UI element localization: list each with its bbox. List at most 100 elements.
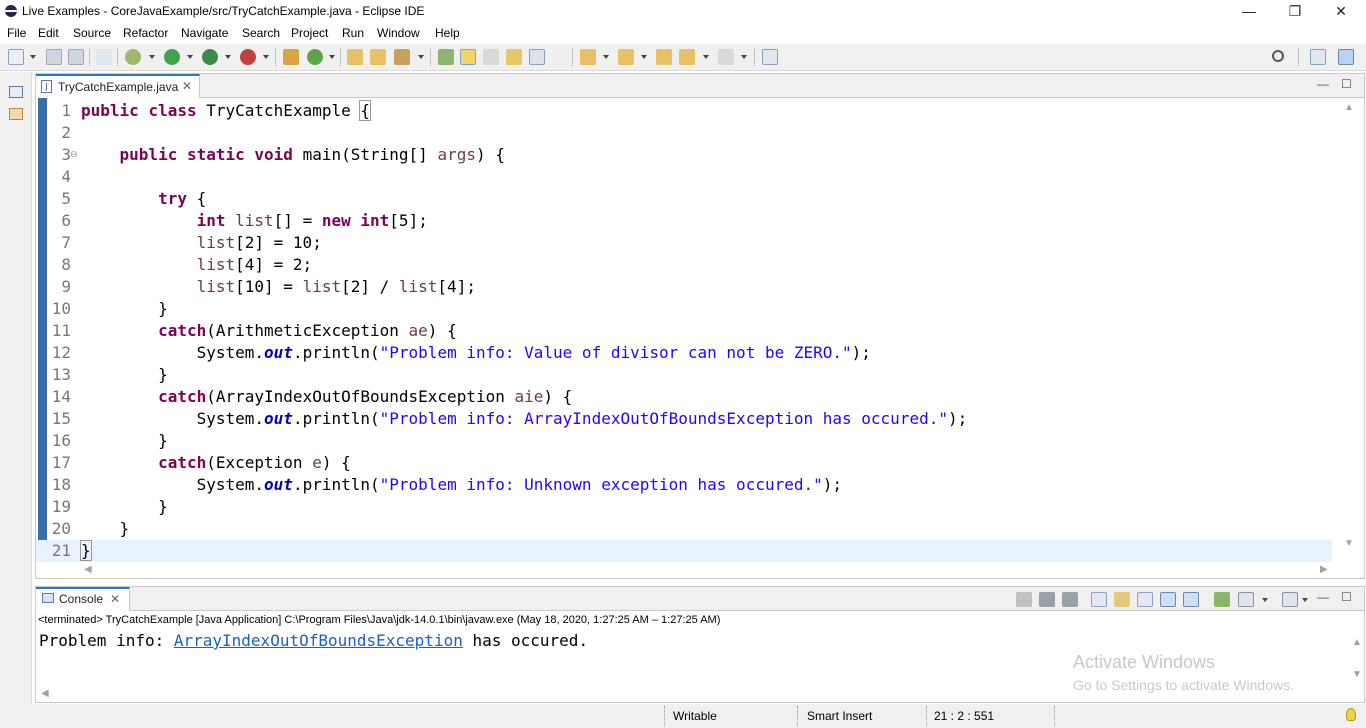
new-dropdown-icon[interactable] [30, 55, 36, 59]
debug-icon[interactable] [125, 49, 141, 65]
display-selected-console-icon[interactable] [1238, 592, 1254, 607]
scroll-up-icon[interactable]: ▲ [1344, 102, 1354, 113]
restore-button[interactable]: ❐ [1272, 0, 1318, 22]
forward-icon[interactable] [718, 49, 734, 65]
exception-link[interactable]: ArrayIndexOutOfBoundsException [174, 631, 463, 650]
console-scroll-down-icon[interactable]: ▼ [1352, 669, 1362, 680]
open-type-icon[interactable] [347, 49, 363, 65]
show-stderr-icon[interactable] [1183, 592, 1199, 607]
pin-editor-icon[interactable] [762, 49, 778, 65]
remove-launch-icon[interactable] [1039, 592, 1055, 607]
open-console-dropdown-icon[interactable] [1302, 598, 1308, 602]
new-java-class-icon[interactable] [307, 49, 323, 65]
line-code: catch(ArrayIndexOutOfBoundsException aie… [158, 387, 573, 406]
menu-source[interactable]: Source [73, 26, 111, 40]
new-icon[interactable] [8, 49, 24, 65]
run-dropdown-icon[interactable] [187, 55, 193, 59]
toggle-word-wrap-icon[interactable] [483, 49, 499, 65]
status-cursor-position[interactable]: 21 : 2 : 551 [934, 706, 994, 726]
status-insert-mode[interactable]: Smart Insert [807, 706, 872, 726]
show-whitespace-icon[interactable] [529, 49, 545, 65]
menu-edit[interactable]: Edit [38, 26, 59, 40]
package-explorer-icon[interactable] [9, 108, 23, 120]
search-tool-icon[interactable] [394, 49, 410, 65]
search-dropdown-icon[interactable] [418, 55, 424, 59]
new-java-package-icon[interactable] [283, 49, 299, 65]
word-wrap-icon[interactable] [1137, 592, 1153, 607]
maximize-console-icon[interactable]: ☐ [1341, 590, 1352, 604]
scroll-lock-icon[interactable] [1114, 592, 1130, 607]
menu-file[interactable]: File [7, 26, 26, 40]
java-perspective-icon[interactable] [1338, 49, 1354, 65]
skip-breakpoints-icon[interactable] [96, 49, 112, 65]
display-console-dropdown-icon[interactable] [1262, 598, 1268, 602]
new-class-dropdown-icon[interactable] [329, 55, 335, 59]
fold-collapse-icon[interactable]: ⊖ [70, 149, 78, 160]
open-perspective-icon[interactable] [1310, 49, 1326, 65]
toolbar-separator [1298, 49, 1299, 66]
code-line: 10 } [36, 298, 1332, 320]
toggle-mark-occurrences-icon[interactable] [438, 49, 454, 65]
save-icon[interactable] [46, 49, 62, 65]
forward-dropdown-icon[interactable] [741, 55, 747, 59]
save-all-icon[interactable] [68, 49, 84, 65]
scroll-down-icon[interactable]: ▼ [1344, 538, 1354, 549]
status-separator [664, 706, 665, 726]
lightbulb-icon[interactable] [1346, 708, 1356, 721]
terminate-icon[interactable] [1016, 592, 1032, 607]
next-annotation-icon[interactable] [580, 49, 596, 65]
minimize-console-icon[interactable]: — [1317, 590, 1329, 604]
menu-navigate[interactable]: Navigate [181, 26, 228, 40]
back-icon[interactable] [679, 49, 695, 65]
scroll-right-icon[interactable]: ▶ [1320, 564, 1328, 575]
code-area[interactable]: 1 public class TryCatchExample { 2 3 ⊖ p… [36, 98, 1332, 566]
external-tools-dropdown-icon[interactable] [263, 55, 269, 59]
code-line: 5 try { [36, 188, 1332, 210]
remove-all-terminated-icon[interactable] [1062, 592, 1078, 607]
last-edit-location-icon[interactable] [656, 49, 672, 65]
toggle-highlight-icon[interactable] [460, 49, 476, 65]
code-line: 17 catch(Exception e) { [36, 452, 1332, 474]
tab-trycatchexample-java[interactable]: J TryCatchExample.java ✕ [36, 74, 200, 98]
restore-view-icon[interactable] [9, 86, 23, 98]
console-tab-label: Console [59, 592, 104, 606]
menu-refactor[interactable]: Refactor [123, 26, 168, 40]
open-task-icon[interactable] [370, 49, 386, 65]
debug-dropdown-icon[interactable] [149, 55, 155, 59]
minimize-editor-icon[interactable]: — [1317, 77, 1329, 91]
console-scroll-up-icon[interactable]: ▲ [1352, 637, 1362, 648]
coverage-dropdown-icon[interactable] [225, 55, 231, 59]
menu-window[interactable]: Window [377, 26, 420, 40]
pilcrow-icon[interactable] [552, 49, 568, 65]
menu-search[interactable]: Search [242, 26, 280, 40]
block-selection-icon[interactable] [506, 49, 522, 65]
scroll-left-icon[interactable]: ◀ [84, 564, 92, 575]
console-scroll-left-icon[interactable]: ◀ [41, 688, 49, 699]
menu-help[interactable]: Help [435, 26, 460, 40]
maximize-editor-icon[interactable]: ☐ [1341, 77, 1352, 91]
tab-console[interactable]: Console ✕ [36, 587, 130, 611]
show-stdout-icon[interactable] [1160, 592, 1176, 607]
run-icon[interactable] [164, 49, 180, 65]
previous-annotation-icon[interactable] [618, 49, 634, 65]
console-tab-bar: Console ✕ — ☐ [36, 587, 1364, 611]
external-tools-icon[interactable] [240, 49, 256, 65]
clear-console-icon[interactable] [1091, 592, 1107, 607]
close-console-icon[interactable]: ✕ [110, 592, 120, 606]
coverage-icon[interactable] [202, 49, 218, 65]
close-tab-icon[interactable]: ✕ [182, 79, 192, 93]
editor-horizontal-scrollbar[interactable]: ◀ ▶ [36, 564, 1332, 578]
previous-annotation-dropdown-icon[interactable] [641, 55, 647, 59]
back-dropdown-icon[interactable] [703, 55, 709, 59]
search-icon[interactable] [1272, 50, 1284, 62]
console-output-suffix: has occured. [462, 631, 589, 650]
menu-run[interactable]: Run [342, 26, 364, 40]
editor-vertical-scrollbar[interactable]: ▲ ▼ [1332, 98, 1364, 566]
console-output[interactable]: Problem info: ArrayIndexOutOfBoundsExcep… [39, 631, 588, 650]
close-window-button[interactable]: ✕ [1318, 0, 1364, 22]
menu-project[interactable]: Project [291, 26, 328, 40]
pin-console-icon[interactable] [1214, 592, 1230, 607]
open-console-icon[interactable] [1282, 592, 1298, 607]
next-annotation-dropdown-icon[interactable] [603, 55, 609, 59]
minimize-button[interactable]: — [1226, 0, 1272, 22]
